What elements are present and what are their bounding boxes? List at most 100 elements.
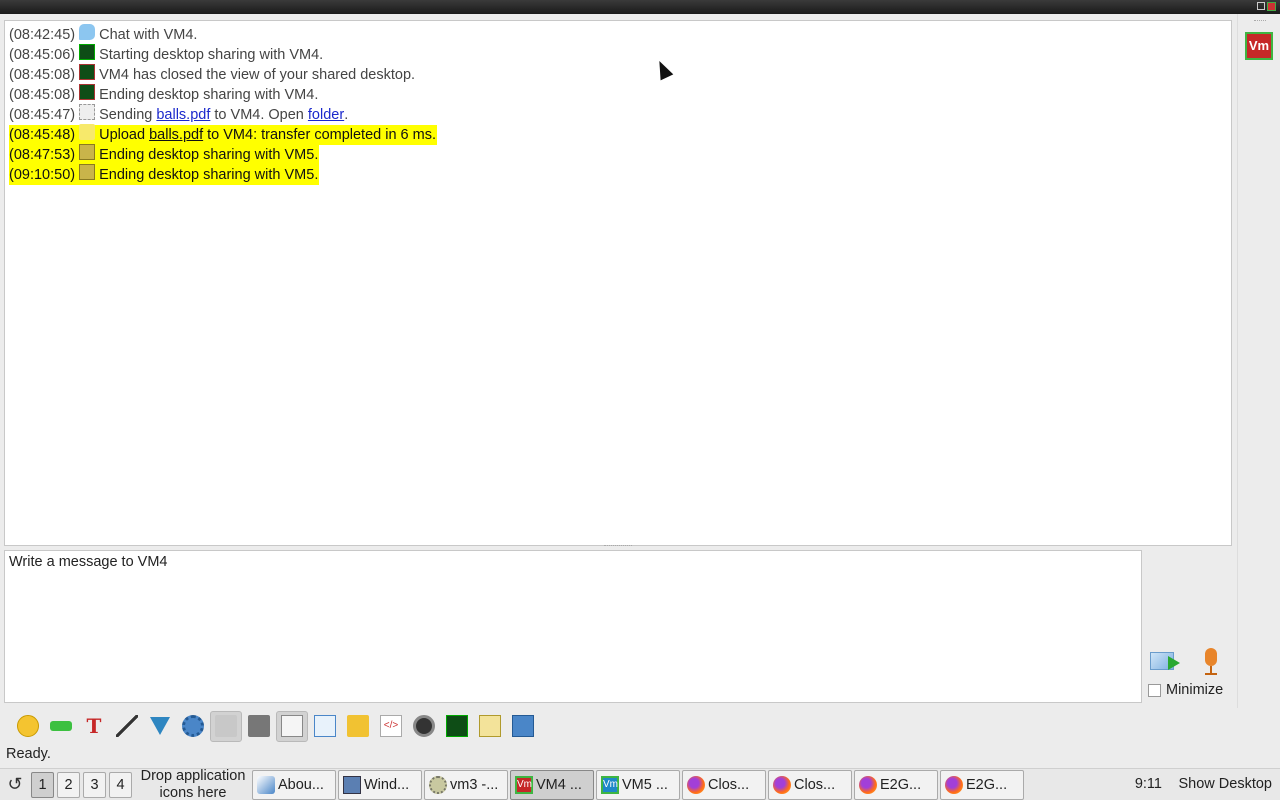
chat-log-entry: (08:45:48) Upload balls.pdf to VM4: trans… <box>9 124 1231 145</box>
chat-log-entry: (08:42:45) Chat with VM4. <box>9 24 1231 45</box>
chat-history[interactable]: (08:42:45) Chat with VM4. (08:45:06) Starti… <box>4 20 1232 546</box>
log-timestamp: (08:45:08) <box>9 67 76 83</box>
about-window-icon <box>257 775 275 794</box>
task-label: E2G... <box>966 776 1008 793</box>
screen-share-icon <box>79 44 96 60</box>
panel-grip[interactable] <box>1254 20 1266 23</box>
task-label: Clos... <box>708 776 750 793</box>
desktop-share-button[interactable] <box>441 711 473 742</box>
spell-check-icon <box>215 715 237 737</box>
log-text: Chat with VM4. <box>99 27 198 43</box>
log-text: Ending desktop sharing with VM4. <box>99 87 319 103</box>
log-text: to VM4: transfer completed in 6 ms. <box>203 127 437 143</box>
send-message-icon[interactable] <box>1150 649 1182 675</box>
drop-hint-line1: Drop application <box>140 767 246 784</box>
settings-gear-icon <box>182 715 204 737</box>
save-button[interactable] <box>507 711 539 742</box>
taskbar-task-button[interactable]: E2G... <box>940 769 1024 800</box>
send-file-button[interactable] <box>342 711 374 742</box>
filter-button[interactable] <box>144 711 176 742</box>
code-icon: </> <box>380 715 402 737</box>
message-input[interactable]: Write a message to VM4 <box>4 550 1142 703</box>
spell-check-button[interactable] <box>210 710 242 742</box>
font-button[interactable] <box>243 711 275 742</box>
taskbar-task-button[interactable]: E2G... <box>854 769 938 800</box>
taskbar-task-button[interactable]: Vm VM5 ... <box>596 769 680 800</box>
pane-splitter[interactable] <box>604 545 632 548</box>
log-timestamp: (09:10:50) <box>9 167 76 183</box>
screen-share-closed-icon <box>79 64 96 80</box>
screen-share-ended-icon <box>79 164 96 180</box>
contact-avatar[interactable]: Vm <box>1245 32 1273 60</box>
chat-log-entry: (08:45:08) VM4 has closed the view of you… <box>9 64 1231 85</box>
drop-hint-line2: icons here <box>159 784 227 800</box>
nudge-button[interactable] <box>45 711 77 742</box>
status-text: Ready. <box>6 746 51 762</box>
taskbar: ↺ 1234 Drop application icons here Abou.… <box>0 768 1280 800</box>
log-text: Upload <box>99 127 150 143</box>
save-icon <box>512 715 534 737</box>
launcher-drop-zone[interactable]: Drop application icons here <box>136 768 250 800</box>
export-button[interactable] <box>309 711 341 742</box>
microphone-icon[interactable] <box>1201 648 1221 676</box>
taskbar-task-button[interactable]: Clos... <box>682 769 766 800</box>
log-text: Ending desktop sharing with VM5. <box>99 147 319 163</box>
document-icon <box>479 715 501 737</box>
document-button[interactable] <box>474 711 506 742</box>
taskbar-task-button[interactable]: Wind... <box>338 769 422 800</box>
file-link[interactable]: balls.pdf <box>149 125 203 145</box>
log-text: to VM4. Open <box>210 107 308 123</box>
taskbar-task-button[interactable]: vm3 -... <box>424 769 508 800</box>
taskbar-task-button[interactable]: Clos... <box>768 769 852 800</box>
minimize-checkbox[interactable] <box>1148 683 1161 697</box>
magic-wand-icon <box>116 715 138 737</box>
log-text: . <box>344 107 349 123</box>
taskbar-task-button[interactable]: Abou... <box>252 769 336 800</box>
log-text: Sending <box>99 107 157 123</box>
workspace-button[interactable]: 1 <box>31 771 54 798</box>
workspace-button[interactable]: 4 <box>109 771 132 798</box>
log-timestamp: (08:45:48) <box>9 127 76 143</box>
restore-icon[interactable] <box>1257 2 1265 10</box>
chat-log-entry: (08:45:06) Starting desktop sharing with … <box>9 44 1231 65</box>
notes-button[interactable] <box>276 710 308 742</box>
taskbar-task-button[interactable]: Vm VM4 ... <box>510 769 594 800</box>
open-folder-link[interactable]: folder <box>308 105 344 125</box>
start-menu-icon[interactable]: ↺ <box>2 772 28 798</box>
log-timestamp: (08:42:45) <box>9 27 76 43</box>
task-label: VM5 ... <box>622 776 668 793</box>
chat-log-entry: (08:45:47) Sending balls.pdf to VM4. Open… <box>9 104 1231 125</box>
screen-share-closed-icon <box>79 84 96 100</box>
task-label: VM4 ... <box>536 776 582 793</box>
task-label: Wind... <box>364 776 410 793</box>
taskbar-clock[interactable]: 9:11 <box>1135 769 1162 799</box>
vm5-chat-icon: Vm <box>601 775 619 794</box>
task-label: vm3 -... <box>450 776 499 793</box>
emoticon-button[interactable] <box>12 711 44 742</box>
export-icon <box>314 715 336 737</box>
notes-icon <box>281 715 303 737</box>
workspace-button[interactable]: 3 <box>83 771 106 798</box>
code-button[interactable]: </> <box>375 711 407 742</box>
file-link[interactable]: balls.pdf <box>156 105 210 125</box>
webcam-icon <box>413 715 435 737</box>
task-label: Abou... <box>278 776 324 793</box>
minimize-option[interactable]: Minimize <box>1148 682 1223 698</box>
nudge-icon <box>50 721 72 731</box>
log-timestamp: (08:47:53) <box>9 147 76 163</box>
settings-gear-button[interactable] <box>177 711 209 742</box>
send-file-icon <box>347 715 369 737</box>
screen-share-ended-icon <box>79 144 96 160</box>
firefox-icon <box>773 775 791 794</box>
show-desktop-button[interactable]: Show Desktop <box>1179 769 1273 799</box>
filter-icon <box>150 717 170 735</box>
formatting-toolbar: T </> <box>12 710 539 742</box>
text-format-button[interactable]: T <box>78 711 110 742</box>
workspace-button[interactable]: 2 <box>57 771 80 798</box>
firefox-icon <box>859 775 877 794</box>
log-timestamp: (08:45:06) <box>9 47 76 63</box>
webcam-button[interactable] <box>408 711 440 742</box>
magic-wand-button[interactable] <box>111 711 143 742</box>
task-label: Clos... <box>794 776 836 793</box>
chat-bubble-icon <box>79 24 96 40</box>
